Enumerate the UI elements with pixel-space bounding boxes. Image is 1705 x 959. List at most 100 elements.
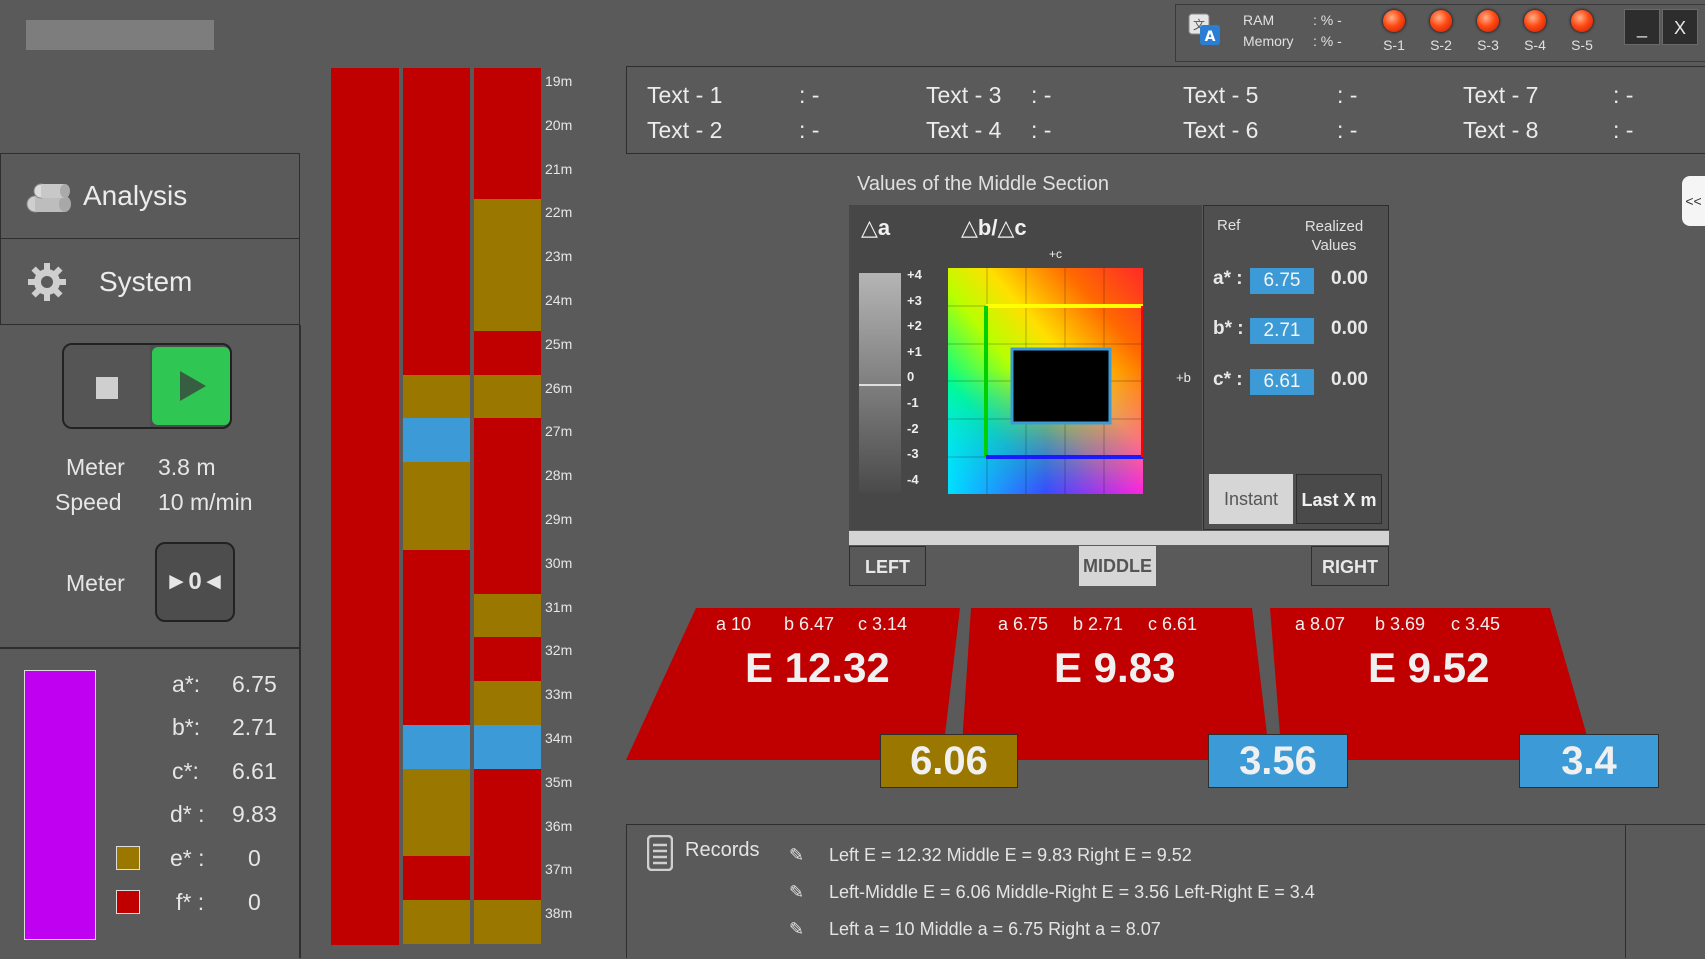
- ref-header: Ref: [1217, 217, 1241, 234]
- meter-tick-label: 28m: [545, 467, 573, 484]
- text-3-value: : -: [1031, 82, 1052, 108]
- scale-tick-label: +3: [907, 292, 922, 308]
- middle-c-value: c 6.61: [1148, 614, 1198, 634]
- color-swatch: [24, 670, 96, 940]
- meter-tick-label: 20m: [545, 116, 573, 133]
- right-position-button[interactable]: RIGHT: [1311, 546, 1389, 586]
- e-color-square: [116, 846, 140, 870]
- strip-segment: [474, 725, 541, 770]
- text-6-label: Text - 6: [1183, 117, 1259, 143]
- meter-tick-label: 36m: [545, 817, 573, 834]
- middle-right-diff: 3.56: [1208, 734, 1348, 788]
- section-title: Values of the Middle Section: [857, 173, 1110, 195]
- speed-value: 10 m/min: [158, 489, 253, 515]
- pencil-icon: ✎: [789, 882, 805, 902]
- nav-item-analysis[interactable]: Analysis: [1, 154, 299, 239]
- close-button[interactable]: X: [1662, 9, 1698, 45]
- meter-reset-button[interactable]: ►0◄: [155, 542, 235, 622]
- strip-segment: [403, 856, 470, 901]
- nav-item-system[interactable]: System: [1, 240, 299, 324]
- realized-value-c: 0.00: [1331, 369, 1368, 390]
- strip-segment: [474, 637, 541, 682]
- text-8-label: Text - 8: [1463, 117, 1539, 143]
- c-label: c*:: [172, 758, 199, 784]
- middle-b-value: b 2.71: [1073, 614, 1124, 634]
- speed-label: Speed: [55, 489, 122, 515]
- ref-value-a: 6.75: [1250, 268, 1314, 294]
- strip-segment: [403, 725, 470, 770]
- stop-button[interactable]: [64, 345, 150, 427]
- realized-value-b: 0.00: [1331, 318, 1368, 339]
- left-b-value: b 6.47: [784, 614, 835, 634]
- meter-tick-label: 24m: [545, 292, 573, 308]
- scale-tick-label: -1: [907, 395, 919, 410]
- strip-segment: [403, 549, 470, 726]
- meter-tick-label: 37m: [545, 861, 573, 878]
- text-panel: Text - 1 : - Text - 2 : - Text - 3 : - T…: [626, 66, 1705, 154]
- scale-tick-label: -4: [907, 471, 919, 487]
- strip-segment: [474, 199, 541, 332]
- right-e-value: E 9.52: [1368, 644, 1490, 691]
- meter-tick-label: 25m: [545, 335, 573, 352]
- left-middle-diff: 6.06: [880, 734, 1018, 788]
- translate-icon[interactable]: 文 A: [1188, 11, 1222, 47]
- meter-tick-label: 35m: [545, 773, 573, 790]
- status-led-s2: [1430, 10, 1452, 32]
- text-1-label: Text - 1: [647, 82, 723, 108]
- a-label: a*:: [172, 671, 201, 697]
- scale-tick-label: +4: [907, 267, 922, 282]
- status-led-label: S-5: [1571, 37, 1593, 53]
- divider: [0, 647, 299, 649]
- ref-row-label-c: c* :: [1213, 369, 1243, 390]
- play-button[interactable]: [152, 347, 230, 425]
- run-controls: [62, 343, 232, 429]
- record-line: Left-Middle E = 6.06 Middle-Right E = 3.…: [829, 882, 1315, 902]
- text-5-value: : -: [1337, 82, 1358, 108]
- side-panel-toggle[interactable]: <<: [1682, 176, 1705, 226]
- ref-row-label-a: a* :: [1213, 268, 1243, 289]
- strip-segment: [474, 768, 541, 901]
- strip-segment: [474, 900, 541, 945]
- strip-segment: [331, 68, 399, 945]
- meter-value: 3.8 m: [158, 454, 216, 480]
- nav-label-system: System: [99, 266, 193, 297]
- a-value: 6.75: [232, 671, 277, 697]
- scale-tick-label: -2: [907, 420, 919, 436]
- instant-button[interactable]: Instant: [1209, 474, 1293, 524]
- b-label: b*:: [172, 714, 201, 740]
- scale-tick-label: +1: [907, 343, 922, 359]
- memory-label: Memory: [1243, 33, 1294, 49]
- d-value: 9.83: [232, 801, 277, 827]
- meter-reset-label: Meter: [66, 570, 125, 596]
- status-led-label: S-3: [1477, 37, 1499, 53]
- f-value: 0: [248, 889, 261, 915]
- memory-value: : % -: [1313, 33, 1342, 49]
- text-2-label: Text - 2: [647, 117, 723, 143]
- scale-tick-label: +2: [907, 318, 922, 334]
- meter-tick-label: 21m: [545, 160, 573, 177]
- strip-segment: [403, 462, 470, 551]
- nav-menu: Analysis System: [0, 153, 300, 325]
- section-slider[interactable]: [849, 531, 1389, 545]
- pencil-icon: ✎: [789, 845, 805, 865]
- minimize-button[interactable]: _: [1624, 9, 1660, 45]
- plus-c-label: +c: [1049, 247, 1063, 261]
- strip-segment: [403, 418, 470, 463]
- delta-a-gauge: [859, 273, 901, 493]
- b-value: 2.71: [232, 714, 277, 740]
- left-c-value: c 3.14: [858, 614, 908, 634]
- ref-row-label-b: b* :: [1213, 318, 1244, 339]
- scale-tick-label: -3: [907, 446, 919, 462]
- middle-a-value: a 6.75: [998, 614, 1049, 634]
- ref-value-b: 2.71: [1250, 318, 1314, 344]
- left-a-value: a 10: [716, 614, 752, 634]
- text-7-label: Text - 7: [1463, 82, 1539, 108]
- left-position-button[interactable]: LEFT: [849, 546, 926, 586]
- color-space-plot: [948, 268, 1143, 494]
- middle-position-button[interactable]: MIDDLE: [1079, 546, 1156, 586]
- last-x-m-button[interactable]: Last X m: [1296, 474, 1382, 524]
- text-3-label: Text - 3: [926, 82, 1002, 108]
- strip-segment: [474, 418, 541, 595]
- realized-header: Realized Values: [1304, 218, 1364, 254]
- meter-tick-label: 23m: [545, 248, 573, 265]
